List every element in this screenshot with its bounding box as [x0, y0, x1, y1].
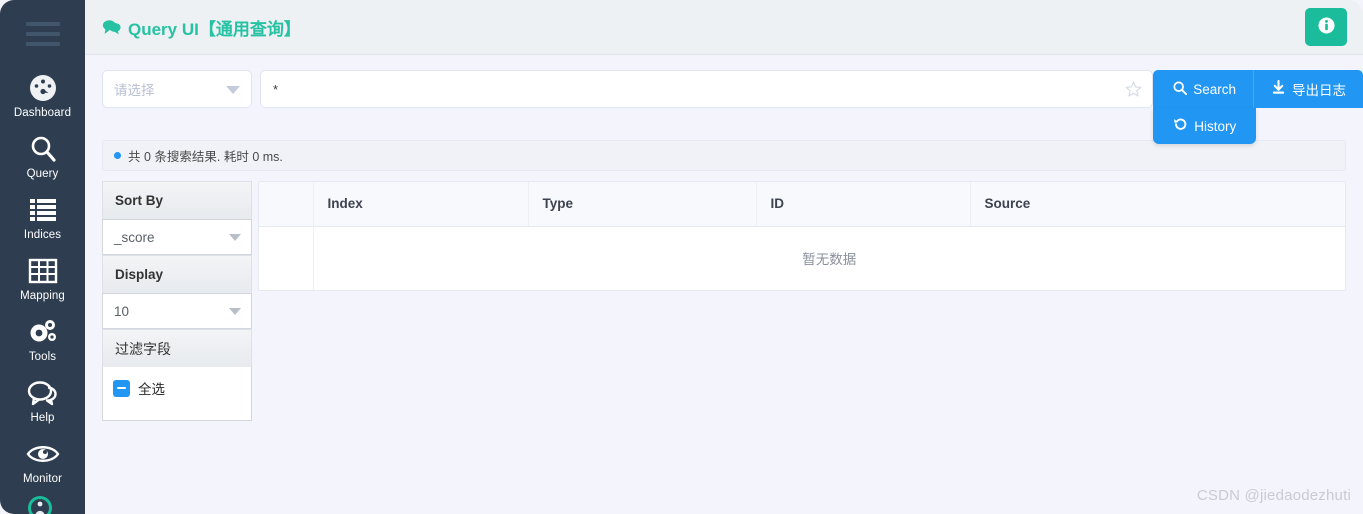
sidebar-item-label: Monitor	[22, 473, 63, 485]
table-header-row: Index Type ID Source	[259, 182, 1345, 227]
display-title: Display	[102, 255, 252, 293]
search-toolbar: 请选择 * Search 导出日志 History	[85, 55, 1363, 144]
list-icon	[26, 193, 60, 227]
search-button-group: Search 导出日志 History	[1153, 70, 1363, 144]
info-button[interactable]	[1305, 8, 1347, 46]
sidebar-item-indices[interactable]: Indices	[0, 186, 85, 247]
sidebar-item-query[interactable]: Query	[0, 125, 85, 186]
result-summary-bar: 共 0 条搜索结果. 耗时 0 ms.	[102, 140, 1346, 171]
filter-fields-title: 过滤字段	[102, 329, 252, 367]
app-root: Dashboard Query Indices Mapping Tools He…	[0, 0, 1363, 514]
sidebar-bottom[interactable]	[0, 493, 85, 514]
sidebar-item-tools[interactable]: Tools	[0, 308, 85, 369]
chevron-down-icon	[229, 234, 241, 241]
select-all-label: 全选	[138, 382, 165, 397]
filter-fields-body: 全选	[102, 367, 252, 421]
star-outline-icon[interactable]	[1124, 80, 1143, 99]
facet-panel: Sort By _score Display 10 过滤字段 全选	[102, 181, 252, 421]
checkbox-indeterminate-icon[interactable]	[113, 379, 130, 397]
display-select-wrapper: 10	[102, 293, 252, 329]
search-button-label: Search	[1193, 81, 1236, 97]
search-icon	[1173, 80, 1188, 98]
dashboard-gauge-icon	[26, 71, 60, 105]
sidebar-item-dashboard[interactable]: Dashboard	[0, 64, 85, 125]
sidebar: Dashboard Query Indices Mapping Tools He…	[0, 0, 85, 514]
watermark: CSDN @jiedaodezhuti	[1196, 487, 1351, 504]
results-table-body: 暂无数据	[259, 226, 1345, 290]
grid-table-icon	[26, 254, 60, 288]
sidebar-item-label: Query	[26, 168, 59, 180]
table-empty-text: 暂无数据	[802, 252, 857, 268]
hamburger-bar	[25, 42, 60, 46]
select-all-checkbox-row[interactable]: 全选	[113, 378, 241, 398]
sidebar-item-label: Help	[30, 412, 55, 424]
sidebar-item-help[interactable]: Help	[0, 369, 85, 430]
chat-bubbles-icon	[26, 376, 60, 410]
table-header-select	[259, 182, 314, 227]
main-content: Query UI【通用查询】 请选择 * Search 导出日志 History…	[85, 0, 1363, 514]
query-input[interactable]	[260, 70, 1154, 108]
status-dot-icon	[114, 152, 121, 159]
sidebar-item-label: Tools	[28, 351, 57, 363]
search-magnifier-icon	[26, 132, 60, 166]
results-table: Index Type ID Source 暂无数据	[259, 182, 1345, 290]
sidebar-item-label: Dashboard	[13, 107, 72, 119]
sidebar-item-label: Indices	[23, 229, 62, 241]
query-input-wrapper	[260, 70, 1154, 108]
history-button[interactable]: History	[1153, 108, 1257, 144]
sidebar-item-monitor[interactable]: Monitor	[0, 430, 85, 491]
results-table-wrapper: Index Type ID Source 暂无数据	[258, 181, 1346, 291]
export-log-button[interactable]: 导出日志	[1253, 70, 1363, 108]
chevron-down-icon	[229, 308, 241, 315]
search-button[interactable]: Search	[1153, 70, 1253, 108]
history-button-label: History	[1194, 118, 1237, 134]
table-header-source[interactable]: Source	[970, 182, 1345, 227]
sidebar-item-label: Mapping	[20, 290, 65, 302]
hamburger-bar	[25, 22, 60, 26]
hamburger-bar	[25, 32, 60, 36]
export-log-button-label: 导出日志	[1292, 83, 1346, 98]
chevron-down-icon	[226, 86, 240, 94]
table-header-type[interactable]: Type	[528, 182, 757, 227]
teal-search-person-icon	[26, 493, 60, 514]
sort-by-select-wrapper: _score	[102, 219, 252, 255]
sidebar-item-mapping[interactable]: Mapping	[0, 247, 85, 308]
history-icon	[1173, 117, 1188, 135]
page-header: Query UI【通用查询】	[85, 0, 1363, 55]
table-header-index[interactable]: Index	[313, 182, 529, 227]
chat-bubbles-icon	[102, 19, 121, 35]
hamburger-icon[interactable]	[25, 22, 60, 46]
result-summary-text: 共 0 条搜索结果. 耗时 0 ms.	[128, 150, 283, 164]
index-select[interactable]: 请选择	[102, 70, 252, 108]
table-header-id[interactable]: ID	[756, 182, 971, 227]
table-empty-left-cell	[259, 226, 314, 290]
results-table-head: Index Type ID Source	[259, 182, 1345, 227]
page-title: Query UI【通用查询】	[102, 15, 301, 40]
download-icon	[1271, 79, 1286, 98]
info-circle-icon	[1317, 17, 1335, 37]
eye-icon	[26, 437, 60, 471]
table-empty-row: 暂无数据	[259, 226, 1345, 290]
gears-icon	[26, 315, 60, 349]
sort-by-title: Sort By	[102, 181, 252, 219]
results-area: Sort By _score Display 10 过滤字段 全选 Index …	[85, 171, 1363, 421]
page-title-text: Query UI【通用查询】	[128, 19, 301, 39]
